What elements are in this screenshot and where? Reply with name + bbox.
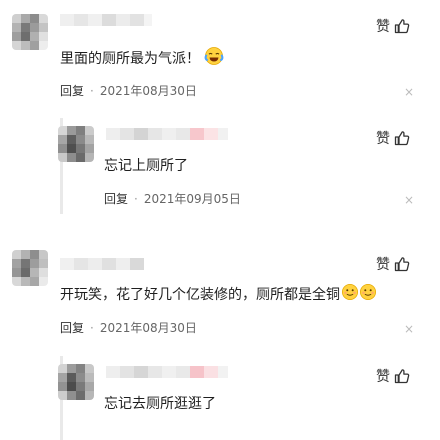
avatar[interactable] [12,250,48,286]
reply-text: 忘记上厕所了 [104,158,188,174]
reply-date: 2021年09月05日 [143,192,241,206]
like-button[interactable]: 赞 [376,366,410,386]
thumbs-up-icon [394,19,410,34]
comment-date: 2021年08月30日 [99,84,197,98]
reply-text: 忘记去厕所逛逛了 [104,396,216,412]
avatar[interactable] [12,14,48,50]
reply-meta: 回复 · 2021年09月05日 [104,192,241,206]
reply-button[interactable]: 回复 [104,192,128,206]
avatar[interactable] [58,364,94,400]
close-icon[interactable]: × [404,194,414,206]
laugh-cry-emoji [204,46,224,72]
like-button[interactable]: 赞 [376,16,410,36]
thumbs-up-icon [394,131,410,146]
avatar[interactable] [58,126,94,162]
like-label: 赞 [376,19,390,35]
comment-text: 里面的厕所最为气派！ [60,46,224,72]
like-button[interactable]: 赞 [376,128,410,148]
thumbs-up-icon [394,369,410,384]
reply-button[interactable]: 回复 [60,321,84,335]
comment-meta: 回复 · 2021年08月30日 [60,84,197,98]
comment-meta: 回复 · 2021年08月30日 [60,321,197,335]
like-label: 赞 [376,257,390,273]
thumbs-up-icon [394,257,410,272]
like-button[interactable]: 赞 [376,254,410,274]
username-blurred[interactable] [60,14,152,26]
username-blurred[interactable] [106,366,228,378]
comment-text: 开玩笑，花了好几个亿装修的，厕所都是全铜 [60,283,377,307]
comment-date: 2021年08月30日 [99,321,197,335]
username-blurred[interactable] [60,258,144,270]
awkward-smile-emoji [359,283,377,307]
like-label: 赞 [376,131,390,147]
username-blurred[interactable] [106,128,228,140]
reply-button[interactable]: 回复 [60,84,84,98]
close-icon[interactable]: × [404,86,414,98]
like-label: 赞 [376,369,390,385]
awkward-smile-emoji [341,283,359,307]
close-icon[interactable]: × [404,323,414,335]
